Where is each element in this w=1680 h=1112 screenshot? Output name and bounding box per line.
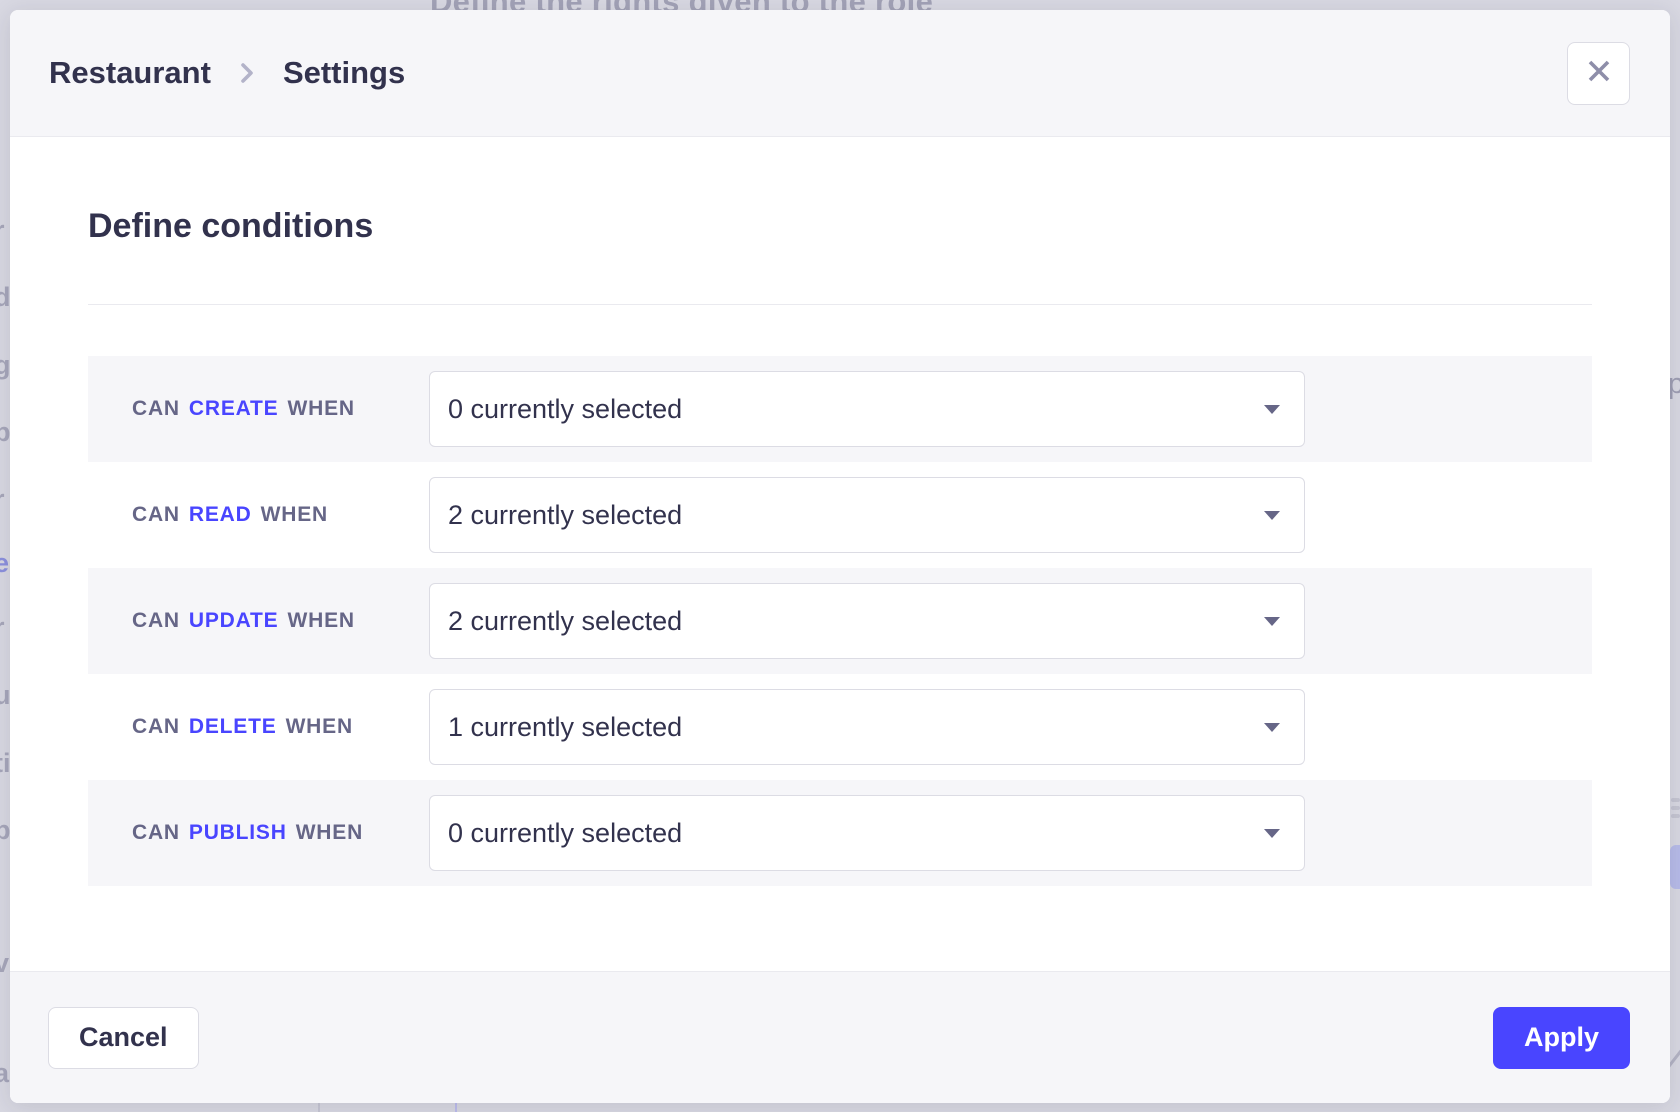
title-divider — [88, 304, 1592, 305]
select-value: 0 currently selected — [448, 394, 682, 425]
label-action: READ — [189, 503, 252, 527]
select-value: 0 currently selected — [448, 818, 682, 849]
select-value: 2 currently selected — [448, 606, 682, 637]
define-conditions-modal: Restaurant Settings Define conditions CA… — [10, 10, 1670, 1103]
breadcrumb-item-settings: Settings — [283, 55, 405, 91]
close-icon — [1585, 57, 1613, 90]
apply-button[interactable]: Apply — [1493, 1007, 1630, 1069]
condition-row-update: CAN UPDATE WHEN 2 currently selected — [88, 568, 1592, 674]
chevron-down-icon — [1264, 829, 1280, 838]
chevron-down-icon — [1264, 405, 1280, 414]
chevron-right-icon — [238, 60, 256, 86]
label-prefix: CAN — [132, 503, 180, 527]
condition-row-publish: CAN PUBLISH WHEN 0 currently selected — [88, 780, 1592, 886]
background-text-fragment: ti — [0, 748, 11, 779]
label-suffix: WHEN — [286, 715, 353, 739]
condition-row-delete: CAN DELETE WHEN 1 currently selected — [88, 674, 1592, 780]
cancel-button[interactable]: Cancel — [48, 1007, 199, 1069]
label-prefix: CAN — [132, 609, 180, 633]
label-suffix: WHEN — [288, 397, 355, 421]
label-action: DELETE — [189, 715, 277, 739]
close-button[interactable] — [1567, 42, 1630, 105]
background-dash-fragment — [1671, 798, 1680, 802]
label-prefix: CAN — [132, 821, 180, 845]
label-suffix: WHEN — [296, 821, 363, 845]
condition-select-read[interactable]: 2 currently selected — [429, 477, 1305, 553]
modal-header: Restaurant Settings — [10, 10, 1670, 137]
select-value: 2 currently selected — [448, 500, 682, 531]
condition-label: CAN READ WHEN — [132, 503, 429, 527]
background-text-fragment: e — [0, 548, 9, 579]
background-text-fragment: d — [0, 282, 11, 313]
condition-label: CAN CREATE WHEN — [132, 397, 429, 421]
background-dash-fragment — [1671, 814, 1680, 818]
condition-row-create: CAN CREATE WHEN 0 currently selected — [88, 356, 1592, 462]
label-action: CREATE — [189, 397, 279, 421]
condition-select-update[interactable]: 2 currently selected — [429, 583, 1305, 659]
background-button-fragment — [1670, 845, 1680, 889]
label-suffix: WHEN — [288, 609, 355, 633]
breadcrumb: Restaurant Settings — [49, 55, 405, 91]
background-text-fragment: v — [0, 948, 9, 979]
background-dash-fragment — [1671, 806, 1680, 810]
background-text-fragment: r — [0, 484, 5, 515]
label-action: UPDATE — [189, 609, 279, 633]
condition-select-publish[interactable]: 0 currently selected — [429, 795, 1305, 871]
condition-label: CAN PUBLISH WHEN — [132, 821, 429, 845]
condition-label: CAN UPDATE WHEN — [132, 609, 429, 633]
conditions-list: CAN CREATE WHEN 0 currently selected CAN RE… — [88, 356, 1592, 886]
background-text-fragment: g — [0, 350, 11, 381]
label-suffix: WHEN — [261, 503, 328, 527]
condition-select-delete[interactable]: 1 currently selected — [429, 689, 1305, 765]
condition-select-create[interactable]: 0 currently selected — [429, 371, 1305, 447]
page-title: Define conditions — [88, 207, 1592, 246]
background-text-fragment: r — [0, 612, 5, 643]
chevron-down-icon — [1264, 723, 1280, 732]
label-prefix: CAN — [132, 715, 180, 739]
label-action: PUBLISH — [189, 821, 287, 845]
modal-footer: Cancel Apply — [10, 971, 1670, 1103]
background-text-fragment: p — [0, 815, 11, 846]
condition-row-read: CAN READ WHEN 2 currently selected — [88, 462, 1592, 568]
breadcrumb-item-restaurant: Restaurant — [49, 55, 211, 91]
background-text-fragment: u — [0, 680, 11, 711]
background-text-fragment: l — [0, 148, 2, 179]
label-prefix: CAN — [132, 397, 180, 421]
chevron-down-icon — [1264, 617, 1280, 626]
modal-body: Define conditions CAN CREATE WHEN 0 curren… — [10, 137, 1670, 971]
select-value: 1 currently selected — [448, 712, 682, 743]
background-text-fragment: r — [0, 215, 5, 246]
background-text-fragment: p — [0, 417, 11, 448]
chevron-down-icon — [1264, 511, 1280, 520]
condition-label: CAN DELETE WHEN — [132, 715, 429, 739]
